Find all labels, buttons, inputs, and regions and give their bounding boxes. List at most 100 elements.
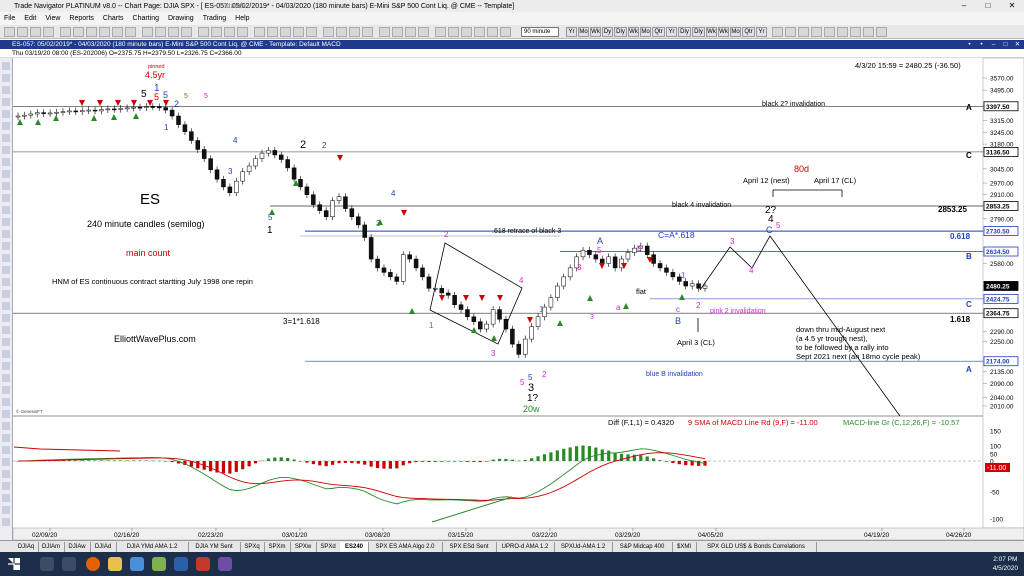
- app-icon-3[interactable]: [174, 557, 188, 571]
- tab-djiam[interactable]: DJIAm: [38, 542, 65, 552]
- tf-button-4[interactable]: Dy: [602, 27, 613, 37]
- toolbar-color-icon[interactable]: [254, 27, 265, 37]
- sidebar-tool-13-icon[interactable]: [2, 206, 10, 214]
- toolbar-layout-icon[interactable]: [405, 27, 416, 37]
- sidebar-tool-14-icon[interactable]: [2, 218, 10, 226]
- tab-spx-gld-corr[interactable]: SPX GLD US$ & Bonds Correlations: [696, 542, 817, 552]
- toolbar-grid-icon[interactable]: [142, 27, 153, 37]
- toolbar-link-icon[interactable]: [379, 27, 390, 37]
- explorer-icon[interactable]: [108, 557, 122, 571]
- sidebar-tool-2-icon[interactable]: [2, 74, 10, 82]
- tab-spxud-ama[interactable]: SPXUd-AMA 1.2: [554, 542, 613, 552]
- tab-es240[interactable]: ES240: [340, 542, 369, 552]
- toolbar-arrow-icon[interactable]: [280, 27, 291, 37]
- sidebar-tool-17-icon[interactable]: [2, 254, 10, 262]
- tab-spxq[interactable]: SPXq: [240, 542, 265, 552]
- toolbar-report-icon[interactable]: [349, 27, 360, 37]
- toolbar-chart4-icon[interactable]: [474, 27, 485, 37]
- menu-reports[interactable]: Reports: [69, 15, 94, 22]
- chart-pin-icon[interactable]: •: [965, 40, 974, 49]
- menu-file[interactable]: File: [4, 15, 15, 22]
- toolbar-extra7-icon[interactable]: [850, 27, 861, 37]
- toolbar-settings-icon[interactable]: [418, 27, 429, 37]
- toolbar-chart1-icon[interactable]: [435, 27, 446, 37]
- sidebar-tool-23-icon[interactable]: [2, 326, 10, 334]
- sidebar-tool-37-icon[interactable]: [2, 494, 10, 502]
- sidebar-tool-9-icon[interactable]: [2, 158, 10, 166]
- toolbar-crosshair-icon[interactable]: [73, 27, 84, 37]
- sidebar-tool-28-icon[interactable]: [2, 386, 10, 394]
- close-icon[interactable]: ✕: [1000, 0, 1024, 12]
- toolbar-trendline-icon[interactable]: [99, 27, 110, 37]
- tf-button-14[interactable]: Mo: [730, 27, 741, 37]
- menu-drawing[interactable]: Drawing: [168, 15, 194, 22]
- toolbar-circle-icon[interactable]: [293, 27, 304, 37]
- sidebar-tool-36-icon[interactable]: [2, 482, 10, 490]
- toolbar-alert-icon[interactable]: [323, 27, 334, 37]
- toolbar-print-icon[interactable]: [43, 27, 54, 37]
- menu-charts[interactable]: Charts: [103, 15, 124, 22]
- tab-midcap[interactable]: S&P Midcap 400: [612, 542, 673, 552]
- toolbar-fib-icon[interactable]: [125, 27, 136, 37]
- tf-button-7[interactable]: Mo: [640, 27, 651, 37]
- chart-link-icon[interactable]: •: [977, 40, 986, 49]
- start-icon[interactable]: [8, 558, 20, 570]
- toolbar-open-icon[interactable]: [17, 27, 28, 37]
- toolbar-sync-icon[interactable]: [392, 27, 403, 37]
- toolbar-extra6-icon[interactable]: [837, 27, 848, 37]
- chart-minimize-icon[interactable]: –: [989, 40, 998, 49]
- toolbar-extra5-icon[interactable]: [824, 27, 835, 37]
- toolbar-extra8-icon[interactable]: [863, 27, 874, 37]
- tf-button-8[interactable]: Qtr: [652, 27, 665, 37]
- task-view-icon[interactable]: [62, 557, 76, 571]
- toolbar-save-icon[interactable]: [30, 27, 41, 37]
- tf-button-2[interactable]: Mo: [578, 27, 589, 37]
- tf-button-10[interactable]: Dly: [678, 27, 691, 37]
- tab-spxw[interactable]: SPXw: [290, 542, 317, 552]
- toolbar-chart6-icon[interactable]: [500, 27, 511, 37]
- tf-button-5[interactable]: Dly: [614, 27, 627, 37]
- sidebar-tool-26-icon[interactable]: [2, 362, 10, 370]
- toolbar-extra2-icon[interactable]: [785, 27, 796, 37]
- tf-button-6[interactable]: Wk: [628, 27, 639, 37]
- app-icon-4[interactable]: [196, 557, 210, 571]
- sidebar-tool-27-icon[interactable]: [2, 374, 10, 382]
- menu-edit[interactable]: Edit: [24, 15, 36, 22]
- toolbar-scan-icon[interactable]: [336, 27, 347, 37]
- tf-button-15[interactable]: Qtr: [742, 27, 755, 37]
- tf-button-3[interactable]: Wk: [590, 27, 601, 37]
- tf-button-9[interactable]: Yr: [666, 27, 677, 37]
- sidebar-tool-15-icon[interactable]: [2, 230, 10, 238]
- toolbar-bars-icon[interactable]: [155, 27, 166, 37]
- toolbar-line-icon[interactable]: [181, 27, 192, 37]
- tab-djiad[interactable]: DJIAd: [90, 542, 117, 552]
- sidebar-tool-18-icon[interactable]: [2, 266, 10, 274]
- sidebar-tool-39-icon[interactable]: [2, 518, 10, 526]
- taskbar-clock[interactable]: 2:07 PM 4/5/2020: [993, 555, 1018, 573]
- sidebar-tool-8-icon[interactable]: [2, 146, 10, 154]
- tf-button-16[interactable]: Yr: [756, 27, 767, 37]
- tab-xmi[interactable]: $XMI: [672, 542, 697, 552]
- tab-djiaw[interactable]: DJIAw: [64, 542, 91, 552]
- sidebar-tool-19-icon[interactable]: [2, 278, 10, 286]
- app-icon-2[interactable]: [152, 557, 166, 571]
- toolbar-scroll-left-icon[interactable]: [198, 27, 209, 37]
- toolbar-extra9-icon[interactable]: [876, 27, 887, 37]
- tab-spxd[interactable]: SPXd: [316, 542, 341, 552]
- sidebar-tool-6-icon[interactable]: [2, 122, 10, 130]
- tab-spx-esd-sent[interactable]: SPX ESd Sent: [442, 542, 497, 552]
- toolbar-extra3-icon[interactable]: [798, 27, 809, 37]
- toolbar-candle-icon[interactable]: [168, 27, 179, 37]
- toolbar-zoom-out-icon[interactable]: [237, 27, 248, 37]
- chart-maximize-icon[interactable]: □: [1001, 40, 1010, 49]
- sidebar-tool-24-icon[interactable]: [2, 338, 10, 346]
- menu-charting[interactable]: Charting: [133, 15, 159, 22]
- toolbar-text-icon[interactable]: [112, 27, 123, 37]
- toolbar-zoom-icon[interactable]: [86, 27, 97, 37]
- tf-button-11[interactable]: Dly: [692, 27, 705, 37]
- toolbar-scroll-right-icon[interactable]: [211, 27, 222, 37]
- sidebar-tool-16-icon[interactable]: [2, 242, 10, 250]
- sidebar-tool-22-icon[interactable]: [2, 314, 10, 322]
- sidebar-tool-35-icon[interactable]: [2, 470, 10, 478]
- toolbar-chart3-icon[interactable]: [461, 27, 472, 37]
